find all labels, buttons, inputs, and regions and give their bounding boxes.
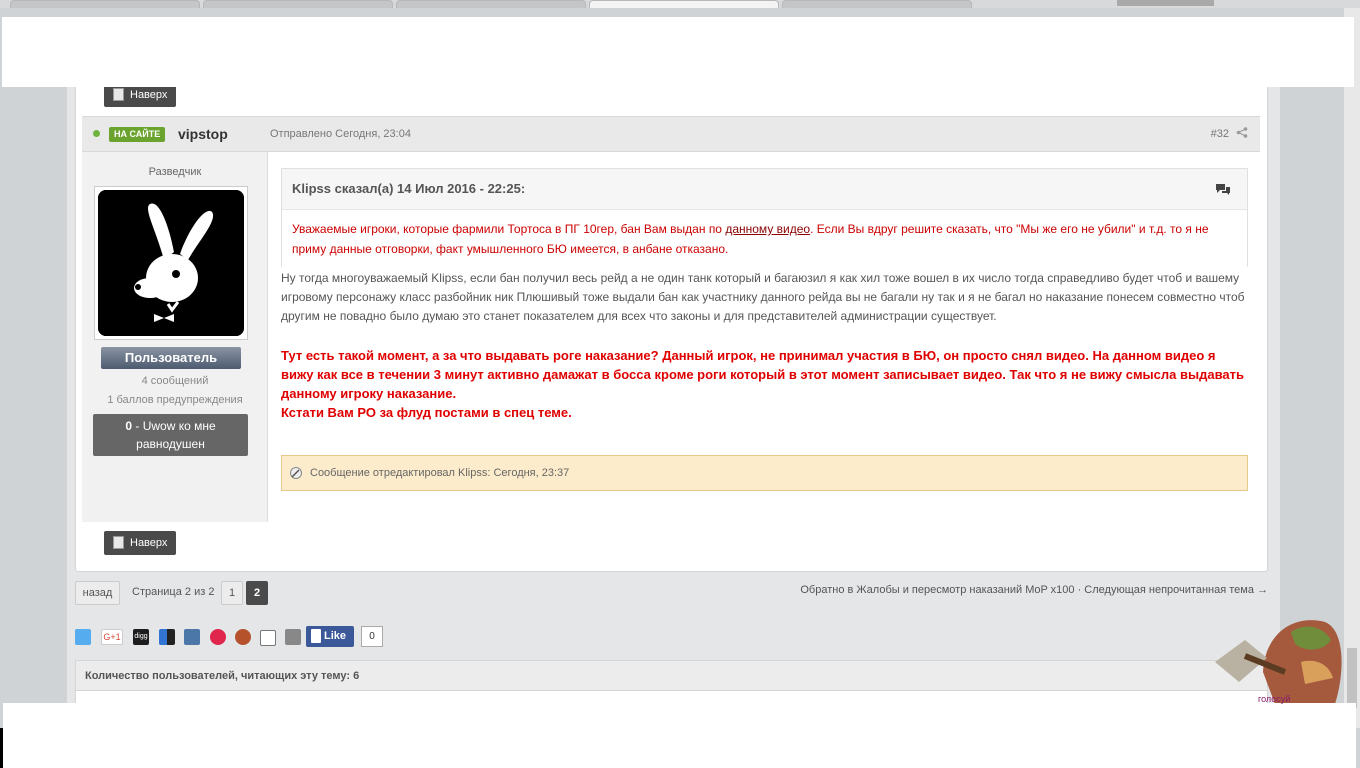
post-date: Отправлено Сегодня, 23:04: [270, 128, 411, 140]
author-sidebar: Разведчик Пользователь 4 сообщений 1 бал…: [82, 152, 268, 522]
email-icon[interactable]: [260, 630, 276, 646]
edit-icon: [290, 467, 302, 479]
moderator-reply-note: Кстати Вам РО за флуд постами в спец тем…: [281, 405, 572, 420]
quote-block: Klipss сказал(а) 14 Июл 2016 - 22:25: Ув…: [281, 168, 1248, 267]
bookmark-star-icon[interactable]: [210, 629, 226, 645]
reputation-text-1: - Uwow ко мне: [132, 419, 216, 433]
scrollbar-thumb[interactable]: [1347, 648, 1357, 708]
post-content: Klipss сказал(а) 14 Июл 2016 - 22:25: Ув…: [269, 152, 1260, 522]
twitter-icon[interactable]: [75, 629, 91, 645]
facebook-like-count: 0: [361, 626, 383, 647]
moderator-reply-text: Тут есть такой момент, а за что выдавать…: [281, 348, 1244, 401]
user-group-label: Пользователь: [101, 347, 241, 369]
online-badge: НА САЙТЕ: [109, 127, 166, 142]
browser-tab-strip: [0, 0, 1360, 8]
post-header: НА САЙТЕ vipstop Отправлено Сегодня, 23:…: [82, 116, 1260, 152]
vote-widget-image[interactable]: [1205, 612, 1345, 704]
edit-note: Сообщение отредактировал Klipss: Сегодня…: [281, 455, 1248, 491]
back-to-top-label: Наверх: [130, 89, 168, 101]
reputation-text-2: равнодушен: [136, 437, 205, 451]
user-warnings[interactable]: 1 баллов предупреждения: [82, 394, 268, 406]
browser-tab[interactable]: [203, 0, 393, 8]
facebook-like-button[interactable]: Like: [306, 626, 354, 647]
pagination-page-1[interactable]: 1: [221, 581, 243, 605]
pagination-page-2[interactable]: 2: [246, 581, 268, 605]
vote-widget-label[interactable]: голосуй: [1258, 694, 1290, 704]
delicious-icon[interactable]: [159, 629, 175, 645]
playboy-bunny-icon: [98, 190, 244, 336]
post-body-text: Ну тогда многоуважаемый Klipss, если бан…: [281, 271, 1245, 323]
blank-overlay-bottom: [3, 703, 1356, 768]
readers-title: Количество пользователей, читающих эту т…: [85, 670, 360, 682]
page-scrollbar[interactable]: [1344, 8, 1360, 728]
facebook-like-label: Like: [324, 630, 347, 642]
post-number[interactable]: #32: [1211, 127, 1248, 140]
pagination-info: Страница 2 из 2: [132, 586, 215, 598]
facebook-icon: [311, 629, 321, 643]
quote-text: Уважаемые игроки, которые фармили Тортос…: [282, 209, 1247, 267]
reputation-box: 0 - Uwow ко мне равнодушен: [93, 414, 248, 456]
gplus-icon[interactable]: G+1: [101, 629, 123, 645]
user-post-count: 4 сообщений: [141, 375, 209, 387]
avatar[interactable]: [94, 186, 248, 340]
quote-text-part1: Уважаемые игроки, которые фармили Тортос…: [292, 222, 726, 236]
edit-note-text: Сообщение отредактировал Klipss: Сегодня…: [310, 467, 570, 479]
reddit-icon[interactable]: [235, 629, 251, 645]
browser-tab[interactable]: [396, 0, 586, 8]
digg-icon[interactable]: digg: [133, 629, 149, 645]
online-status-dot: [93, 130, 100, 137]
user-rank-title: Разведчик: [148, 166, 202, 178]
quote-header: Klipss сказал(а) 14 Июл 2016 - 22:25:: [292, 181, 526, 196]
vk-icon[interactable]: [184, 629, 200, 645]
readers-panel: Количество пользователей, читающих эту т…: [75, 660, 1268, 691]
print-icon[interactable]: [285, 629, 301, 645]
back-to-forum-link[interactable]: Обратно в Жалобы и пересмотр наказаний M…: [800, 584, 1268, 596]
page-up-icon: [113, 536, 124, 549]
browser-tab[interactable]: [10, 0, 200, 8]
page-up-icon: [113, 88, 124, 101]
moderator-reply: Тут есть такой момент, а за что выдавать…: [281, 346, 1249, 422]
avatar-image: [98, 190, 244, 336]
browser-extension-area: [1117, 0, 1214, 6]
browser-tab-active[interactable]: [589, 0, 779, 8]
back-to-top-button[interactable]: Наверх: [104, 531, 177, 555]
blank-overlay-top: [2, 17, 1354, 87]
share-icon[interactable]: [1236, 127, 1248, 138]
comments-icon: [1216, 184, 1230, 195]
screen-edge: [0, 728, 3, 768]
back-to-top-label: Наверх: [130, 537, 168, 549]
pagination-prev-button[interactable]: назад: [75, 581, 120, 605]
post-author-name[interactable]: vipstop: [178, 126, 228, 142]
browser-tab[interactable]: [782, 0, 972, 8]
post-number-link[interactable]: #32: [1211, 128, 1229, 140]
video-link[interactable]: данному видео: [725, 222, 810, 236]
